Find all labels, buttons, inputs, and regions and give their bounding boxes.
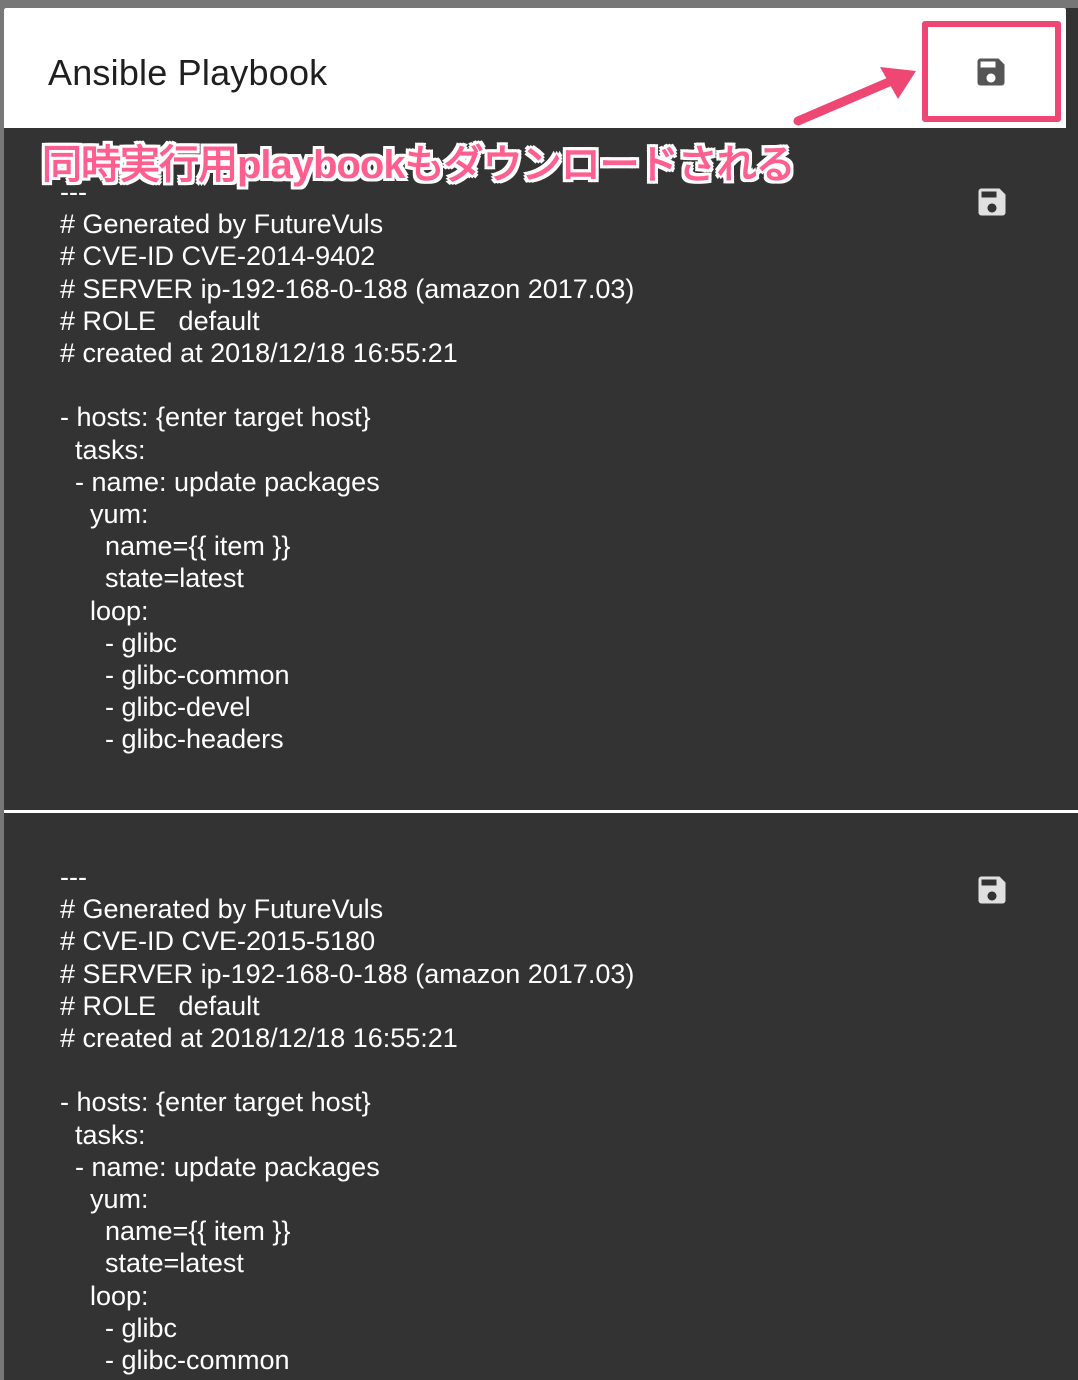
code-line: - hosts: {enter target host} bbox=[60, 1087, 371, 1118]
code-line: # ROLE default bbox=[60, 305, 260, 336]
code-line: loop: bbox=[60, 595, 149, 626]
code-line: # Generated by FutureVuls bbox=[60, 894, 384, 925]
code-line: tasks: bbox=[60, 1119, 146, 1150]
download-playbook-2-button[interactable] bbox=[972, 870, 1012, 910]
code-line: - glibc-common bbox=[60, 1345, 290, 1376]
code-line: tasks: bbox=[60, 434, 146, 465]
code-line: yum: bbox=[60, 499, 149, 530]
code-line: - glibc bbox=[60, 1312, 178, 1343]
code-line: # CVE-ID CVE-2015-5180 bbox=[60, 926, 376, 957]
download-playbook-1-button[interactable] bbox=[972, 182, 1012, 222]
playbook-code-1: --- # Generated by FutureVuls # CVE-ID C… bbox=[60, 176, 634, 756]
playbook-code-2: --- # Generated by FutureVuls # CVE-ID C… bbox=[60, 861, 634, 1376]
dialog-header: Ansible Playbook bbox=[4, 8, 1066, 128]
code-line: # created at 2018/12/18 16:55:21 bbox=[60, 1023, 458, 1054]
code-line: --- bbox=[60, 177, 87, 207]
floppy-disk-icon bbox=[978, 188, 1006, 216]
code-line: yum: bbox=[60, 1184, 149, 1215]
playbook-panel-1: --- # Generated by FutureVuls # CVE-ID C… bbox=[4, 128, 1078, 808]
code-line: # created at 2018/12/18 16:55:21 bbox=[60, 338, 458, 369]
dialog-title: Ansible Playbook bbox=[48, 52, 328, 93]
code-line: # ROLE default bbox=[60, 990, 260, 1021]
code-line: loop: bbox=[60, 1280, 149, 1311]
code-line: - hosts: {enter target host} bbox=[60, 402, 371, 433]
code-line: # Generated by FutureVuls bbox=[60, 209, 384, 240]
code-line: name={{ item }} bbox=[60, 531, 291, 562]
code-line: name={{ item }} bbox=[60, 1216, 291, 1247]
floppy-disk-icon bbox=[978, 876, 1006, 904]
code-line: - glibc-headers bbox=[60, 724, 284, 755]
code-line: - glibc-devel bbox=[60, 692, 251, 723]
code-line: # CVE-ID CVE-2014-9402 bbox=[60, 241, 376, 272]
code-line: - name: update packages bbox=[60, 466, 380, 497]
screenshot-frame: Ansible Playbook --- # Generated by Futu… bbox=[0, 0, 1078, 1380]
code-line: # SERVER ip-192-168-0-188 (amazon 2017.0… bbox=[60, 958, 635, 989]
code-line: --- bbox=[60, 862, 87, 892]
playbook-dialog: Ansible Playbook --- # Generated by Futu… bbox=[4, 8, 1078, 1380]
playbook-panel-2: --- # Generated by FutureVuls # CVE-ID C… bbox=[4, 813, 1078, 1380]
code-line: # SERVER ip-192-168-0-188 (amazon 2017.0… bbox=[60, 273, 635, 304]
code-line: - glibc bbox=[60, 627, 178, 658]
code-line: - glibc-common bbox=[60, 660, 290, 691]
code-line: state=latest bbox=[60, 563, 244, 594]
download-all-button[interactable] bbox=[971, 52, 1011, 92]
code-line: - name: update packages bbox=[60, 1151, 380, 1182]
code-line: state=latest bbox=[60, 1248, 244, 1279]
floppy-disk-icon bbox=[977, 58, 1005, 86]
